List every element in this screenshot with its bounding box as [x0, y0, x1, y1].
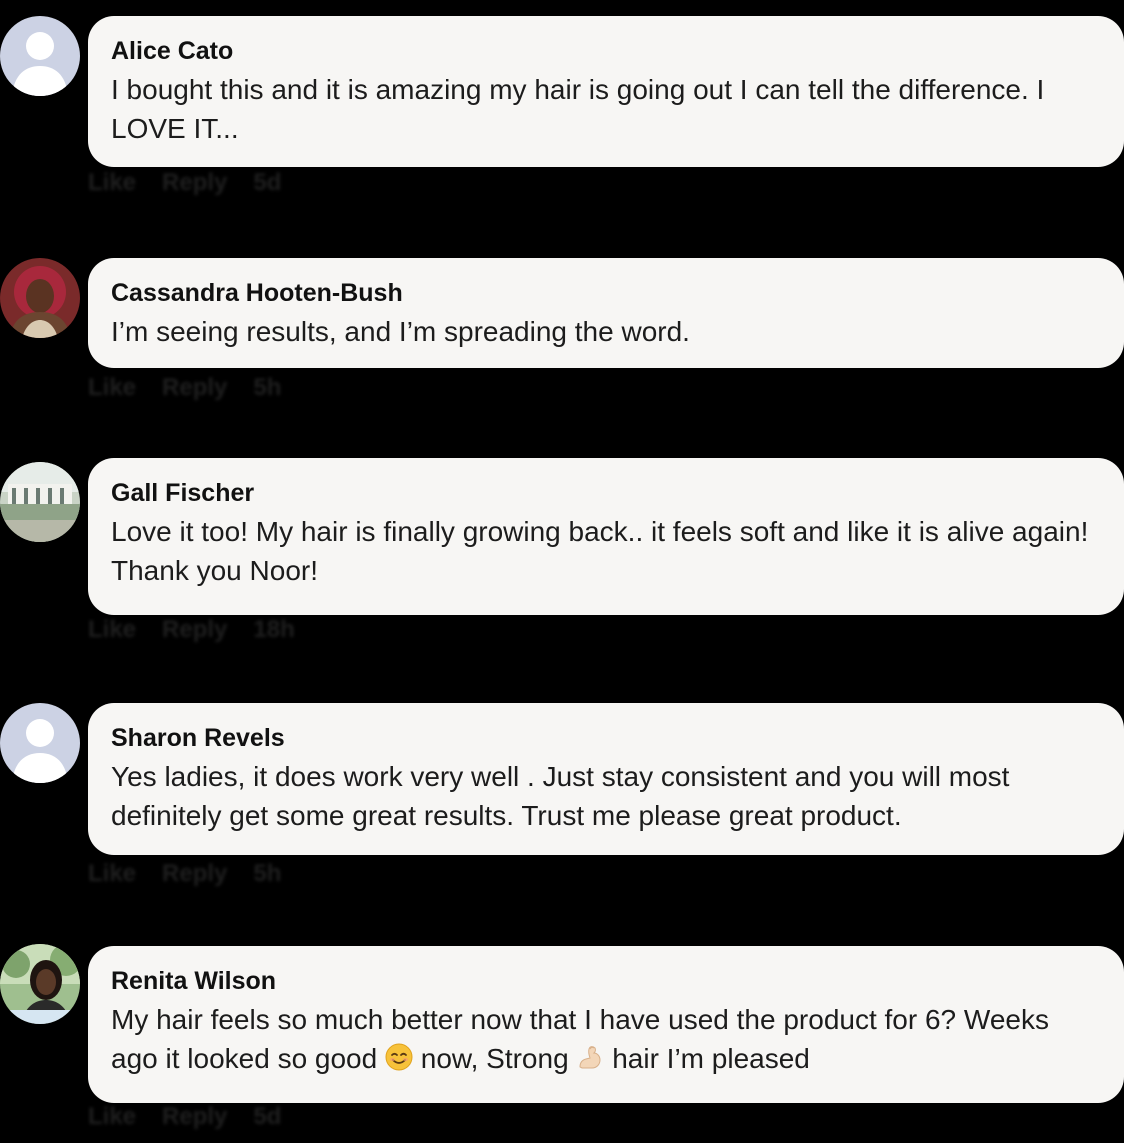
comment-text: Yes ladies, it does work very well . Jus… [111, 761, 1010, 831]
reply-button[interactable]: Reply [162, 169, 227, 197]
like-button[interactable]: Like [88, 1103, 136, 1131]
comment-bubble: Renita Wilson My hair feels so much bett… [88, 946, 1124, 1103]
comment-text-part: now, Strong [412, 1043, 577, 1074]
comment-actions: Like Reply 5h [88, 860, 281, 888]
comment-text: Love it too! My hair is finally growing … [111, 516, 1089, 586]
comment-actions: Like Reply 5d [88, 1103, 281, 1131]
reply-button[interactable]: Reply [162, 860, 227, 888]
comment-bubble: Alice Cato I bought this and it is amazi… [88, 16, 1124, 167]
avatar[interactable] [0, 16, 80, 96]
comment-text: My hair feels so much better now that I … [111, 1000, 1100, 1078]
comment-author[interactable]: Renita Wilson [111, 966, 1100, 996]
timestamp[interactable]: 5d [253, 169, 281, 197]
avatar[interactable] [0, 944, 80, 1024]
comment-bubble: Gall Fischer Love it too! My hair is fin… [88, 458, 1124, 615]
like-button[interactable]: Like [88, 374, 136, 402]
comment-author[interactable]: Sharon Revels [111, 723, 1100, 753]
smiling-face-emoji [385, 1043, 413, 1071]
reply-button[interactable]: Reply [162, 1103, 227, 1131]
comment-actions: Like Reply 5h [88, 374, 281, 402]
comment-text: I’m seeing results, and I’m spreading th… [111, 316, 690, 347]
comment-bubble: Cassandra Hooten-Bush I’m seeing results… [88, 258, 1124, 368]
comment-bubble: Sharon Revels Yes ladies, it does work v… [88, 703, 1124, 855]
profile-photo [0, 258, 80, 338]
timestamp[interactable]: 18h [253, 616, 294, 644]
avatar[interactable] [0, 703, 80, 783]
comment-text: I bought this and it is amazing my hair … [111, 74, 1045, 144]
comment-author[interactable]: Gall Fischer [111, 478, 1100, 508]
timestamp[interactable]: 5h [253, 860, 281, 888]
flexed-biceps-emoji [576, 1043, 604, 1071]
reply-button[interactable]: Reply [162, 374, 227, 402]
comment-author[interactable]: Alice Cato [111, 36, 1100, 66]
like-button[interactable]: Like [88, 860, 136, 888]
timestamp[interactable]: 5d [253, 1103, 281, 1131]
like-button[interactable]: Like [88, 169, 136, 197]
avatar[interactable] [0, 258, 80, 338]
default-avatar-icon [0, 703, 80, 783]
avatar[interactable] [0, 462, 80, 542]
profile-photo [0, 944, 80, 1024]
comment-text-part: hair I’m pleased [604, 1043, 810, 1074]
profile-photo [0, 462, 80, 542]
comment-author[interactable]: Cassandra Hooten-Bush [111, 278, 1100, 308]
comment-actions: Like Reply 5d [88, 169, 281, 197]
like-button[interactable]: Like [88, 616, 136, 644]
default-avatar-icon [0, 16, 80, 96]
comment-actions: Like Reply 18h [88, 616, 295, 644]
timestamp[interactable]: 5h [253, 374, 281, 402]
reply-button[interactable]: Reply [162, 616, 227, 644]
